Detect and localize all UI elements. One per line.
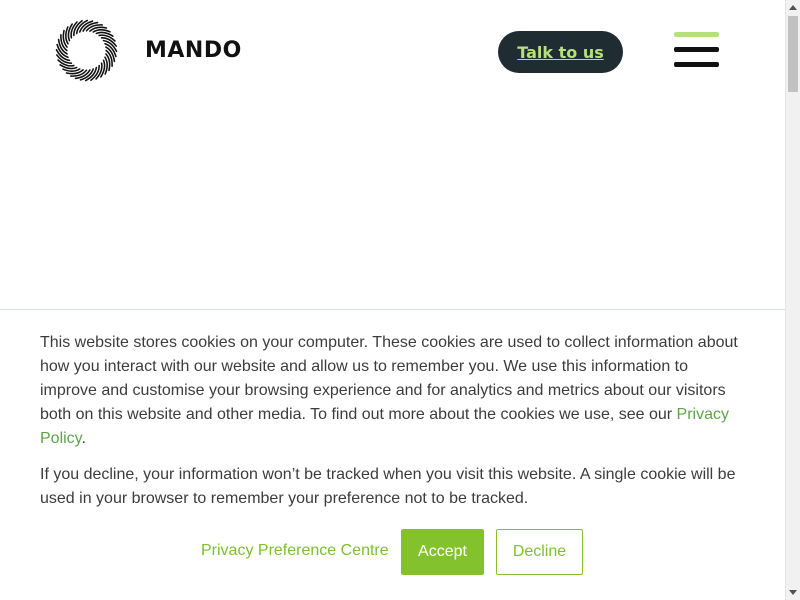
cookie-actions: Privacy Preference Centre Accept Decline: [0, 529, 785, 575]
cookie-description-text: This website stores cookies on your comp…: [40, 334, 738, 423]
mando-logo-icon: [55, 19, 118, 82]
logo-link[interactable]: MANDO: [55, 19, 242, 82]
cookie-banner: This website stores cookies on your comp…: [0, 309, 785, 600]
scroll-down-arrow-icon[interactable]: [789, 590, 797, 595]
logo-text: MANDO: [145, 38, 242, 63]
site-header: MANDO Talk to us: [0, 0, 785, 100]
talk-to-us-button[interactable]: Talk to us: [498, 31, 623, 73]
cookie-decline-note: If you decline, your information won’t b…: [40, 466, 736, 507]
hamburger-menu-icon[interactable]: [674, 32, 719, 67]
menu-line: [674, 62, 719, 67]
decline-button[interactable]: Decline: [496, 529, 583, 575]
scroll-up-arrow-icon[interactable]: [789, 5, 797, 10]
cookie-description-end: .: [81, 430, 86, 447]
cookie-description: This website stores cookies on your comp…: [40, 331, 745, 451]
menu-line: [674, 47, 719, 52]
scroll-thumb[interactable]: [788, 16, 798, 92]
privacy-preference-centre-link[interactable]: Privacy Preference Centre: [201, 542, 389, 560]
page: MANDO Talk to us This website stores coo…: [0, 0, 800, 600]
menu-line: [674, 32, 719, 37]
accept-button[interactable]: Accept: [401, 529, 484, 575]
vertical-scrollbar[interactable]: [785, 0, 800, 600]
